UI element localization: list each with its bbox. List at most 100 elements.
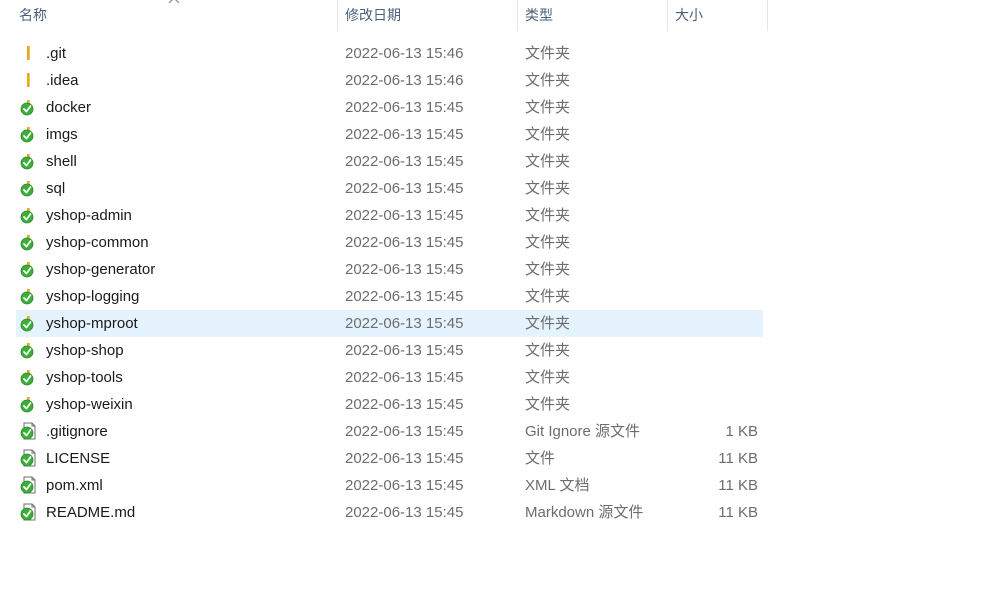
file-modified-date: 2022-06-13 15:45 bbox=[345, 450, 464, 467]
file-name: pom.xml bbox=[46, 477, 103, 494]
column-header-size[interactable]: 大小 bbox=[675, 0, 767, 31]
folder-synced-icon bbox=[20, 100, 34, 116]
file-name: .idea bbox=[46, 72, 79, 89]
file-name: yshop-admin bbox=[46, 207, 132, 224]
file-row[interactable]: yshop-tools 2022-06-13 15:45 文件夹 bbox=[16, 364, 763, 391]
file-modified-date: 2022-06-13 15:45 bbox=[345, 288, 464, 305]
file-type: 文件夹 bbox=[525, 207, 571, 224]
file-type: 文件夹 bbox=[525, 369, 571, 386]
file-modified-date: 2022-06-13 15:45 bbox=[345, 153, 464, 170]
file-row[interactable]: .idea 2022-06-13 15:46 文件夹 bbox=[16, 67, 763, 94]
file-row[interactable]: yshop-logging 2022-06-13 15:45 文件夹 bbox=[16, 283, 763, 310]
file-type: 文件夹 bbox=[525, 99, 571, 116]
file-row[interactable]: sql 2022-06-13 15:45 文件夹 bbox=[16, 175, 763, 202]
file-name: LICENSE bbox=[46, 450, 111, 467]
folder-synced-icon bbox=[20, 154, 34, 170]
folder-icon bbox=[27, 73, 30, 87]
file-synced-icon bbox=[20, 503, 36, 521]
file-modified-date: 2022-06-13 15:45 bbox=[345, 315, 464, 332]
file-name: .gitignore bbox=[46, 423, 108, 440]
folder-synced-icon bbox=[20, 397, 34, 413]
file-modified-date: 2022-06-13 15:45 bbox=[345, 504, 464, 521]
folder-synced-icon bbox=[20, 316, 34, 332]
file-name: yshop-logging bbox=[46, 288, 140, 305]
file-name: yshop-common bbox=[46, 234, 149, 251]
file-modified-date: 2022-06-13 15:45 bbox=[345, 180, 464, 197]
column-header-type[interactable]: 类型 bbox=[525, 0, 667, 31]
file-type: 文件夹 bbox=[525, 72, 571, 89]
file-name: README.md bbox=[46, 504, 136, 521]
file-modified-date: 2022-06-13 15:45 bbox=[345, 234, 464, 251]
file-name: yshop-mproot bbox=[46, 315, 138, 332]
folder-synced-icon bbox=[20, 289, 34, 305]
file-modified-date: 2022-06-13 15:46 bbox=[345, 45, 464, 62]
file-size: 11 KB bbox=[718, 504, 758, 521]
file-synced-icon bbox=[20, 422, 36, 440]
folder-icon bbox=[27, 46, 30, 60]
file-row[interactable]: docker 2022-06-13 15:45 文件夹 bbox=[16, 94, 763, 121]
file-size: 11 KB bbox=[718, 450, 758, 467]
file-type: Git Ignore 源文件 bbox=[525, 423, 641, 440]
file-row[interactable]: yshop-admin 2022-06-13 15:45 文件夹 bbox=[16, 202, 763, 229]
file-type: 文件夹 bbox=[525, 234, 571, 251]
column-header-modified[interactable]: 修改日期 bbox=[345, 0, 517, 31]
file-modified-date: 2022-06-13 15:45 bbox=[345, 369, 464, 386]
file-row[interactable]: yshop-weixin 2022-06-13 15:45 文件夹 bbox=[16, 391, 763, 418]
file-type: 文件夹 bbox=[525, 315, 571, 332]
file-modified-date: 2022-06-13 15:45 bbox=[345, 342, 464, 359]
file-row[interactable]: .git 2022-06-13 15:46 文件夹 bbox=[16, 40, 763, 67]
file-modified-date: 2022-06-13 15:45 bbox=[345, 126, 464, 143]
file-row[interactable]: imgs 2022-06-13 15:45 文件夹 bbox=[16, 121, 763, 148]
file-synced-icon bbox=[20, 449, 36, 467]
column-header-bar: 名称 修改日期 类型 大小 bbox=[0, 0, 768, 31]
file-modified-date: 2022-06-13 15:45 bbox=[345, 477, 464, 494]
file-name: yshop-weixin bbox=[46, 396, 133, 413]
file-type: Markdown 源文件 bbox=[525, 504, 644, 521]
file-name: sql bbox=[46, 180, 66, 197]
file-type: 文件夹 bbox=[525, 45, 571, 62]
folder-synced-icon bbox=[20, 127, 34, 143]
file-type: 文件夹 bbox=[525, 342, 571, 359]
file-type: 文件夹 bbox=[525, 288, 571, 305]
file-row[interactable]: pom.xml 2022-06-13 15:45 XML 文档 11 KB bbox=[16, 472, 763, 499]
column-divider[interactable] bbox=[517, 0, 518, 31]
file-modified-date: 2022-06-13 15:45 bbox=[345, 207, 464, 224]
file-synced-icon bbox=[20, 476, 36, 494]
file-row[interactable]: LICENSE 2022-06-13 15:45 文件 11 KB bbox=[16, 445, 763, 472]
file-modified-date: 2022-06-13 15:45 bbox=[345, 261, 464, 278]
file-type: 文件 bbox=[525, 450, 556, 467]
file-row[interactable]: shell 2022-06-13 15:45 文件夹 bbox=[16, 148, 763, 175]
file-name: shell bbox=[46, 153, 77, 170]
folder-synced-icon bbox=[20, 181, 34, 197]
file-name: imgs bbox=[46, 126, 78, 143]
file-row[interactable]: .gitignore 2022-06-13 15:45 Git Ignore 源文件… bbox=[16, 418, 763, 445]
folder-synced-icon bbox=[20, 262, 34, 278]
file-type: XML 文档 bbox=[525, 477, 590, 494]
file-size: 1 KB bbox=[725, 423, 758, 440]
column-divider[interactable] bbox=[667, 0, 668, 31]
file-name: docker bbox=[46, 99, 92, 116]
file-type: 文件夹 bbox=[525, 396, 571, 413]
file-modified-date: 2022-06-13 15:45 bbox=[345, 99, 464, 116]
folder-synced-icon bbox=[20, 208, 34, 224]
file-modified-date: 2022-06-13 15:45 bbox=[345, 396, 464, 413]
file-row[interactable]: yshop-shop 2022-06-13 15:45 文件夹 bbox=[16, 337, 763, 364]
file-name: yshop-tools bbox=[46, 369, 123, 386]
file-name: yshop-generator bbox=[46, 261, 156, 278]
file-row[interactable]: yshop-mproot 2022-06-13 15:45 文件夹 bbox=[16, 310, 763, 337]
file-type: 文件夹 bbox=[525, 180, 571, 197]
file-name: .git bbox=[46, 45, 67, 62]
file-row[interactable]: yshop-generator 2022-06-13 15:45 文件夹 bbox=[16, 256, 763, 283]
column-header-name[interactable]: 名称 bbox=[19, 0, 337, 31]
file-modified-date: 2022-06-13 15:46 bbox=[345, 72, 464, 89]
file-row[interactable]: yshop-common 2022-06-13 15:45 文件夹 bbox=[16, 229, 763, 256]
file-row[interactable]: README.md 2022-06-13 15:45 Markdown 源文件 11 … bbox=[16, 499, 763, 526]
folder-synced-icon bbox=[20, 370, 34, 386]
file-name: yshop-shop bbox=[46, 342, 124, 359]
file-type: 文件夹 bbox=[525, 153, 571, 170]
file-type: 文件夹 bbox=[525, 261, 571, 278]
folder-synced-icon bbox=[20, 235, 34, 251]
column-divider[interactable] bbox=[767, 0, 768, 31]
column-divider[interactable] bbox=[337, 0, 338, 31]
folder-synced-icon bbox=[20, 343, 34, 359]
